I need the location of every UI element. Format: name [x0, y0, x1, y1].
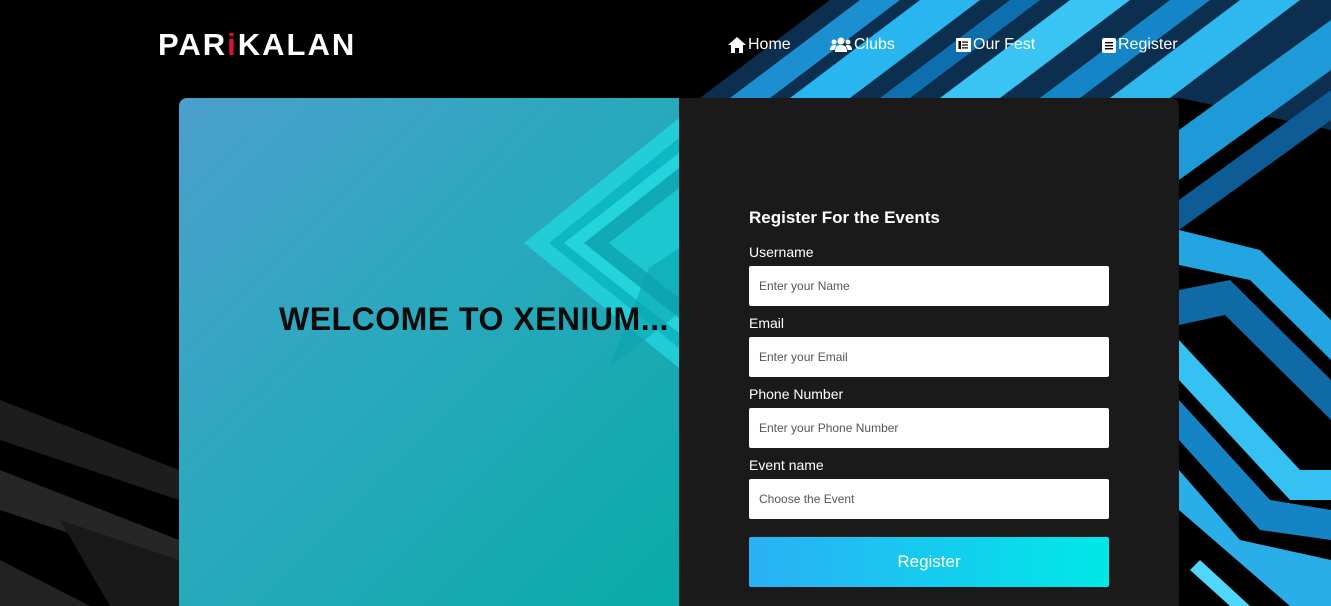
event-input[interactable]	[749, 479, 1109, 519]
brand-accent: i	[227, 27, 238, 62]
register-button[interactable]: Register	[749, 537, 1109, 587]
brand-logo[interactable]: PARiKALAN	[158, 27, 356, 63]
top-header: PARiKALAN Home Clubs Our Fest Register	[0, 0, 1331, 90]
nav-item-clubs[interactable]: Clubs	[830, 33, 895, 57]
form-title: Register For the Events	[749, 208, 940, 227]
chevron-art	[524, 118, 679, 368]
nav-item-register[interactable]: Register	[1102, 33, 1178, 57]
document-icon	[1102, 37, 1116, 53]
welcome-panel: WELCOME TO XENIUM...	[179, 98, 679, 606]
brand-suffix: KALAN	[237, 27, 357, 62]
home-icon	[728, 37, 746, 53]
registration-card: WELCOME TO XENIUM... Register For the Ev…	[179, 98, 1179, 606]
nav-item-home[interactable]: Home	[728, 33, 791, 57]
book-icon	[956, 38, 971, 52]
email-label: Email	[749, 315, 785, 331]
nav-home-label: Home	[748, 36, 791, 53]
phone-label: Phone Number	[749, 386, 844, 402]
phone-input[interactable]	[749, 408, 1109, 448]
brand-prefix: PAR	[158, 27, 228, 62]
nav-clubs-label: Clubs	[854, 36, 895, 53]
nav-register-label: Register	[1118, 36, 1178, 53]
username-label: Username	[749, 244, 814, 260]
nav-item-our-fest[interactable]: Our Fest	[956, 33, 1035, 57]
username-input[interactable]	[749, 266, 1109, 306]
users-icon	[830, 37, 852, 52]
event-label: Event name	[749, 457, 824, 473]
nav-fest-label: Our Fest	[973, 36, 1036, 53]
form-panel: Register For the Events Username Email P…	[679, 98, 1179, 606]
welcome-heading: WELCOME TO XENIUM...	[279, 301, 669, 337]
email-input[interactable]	[749, 337, 1109, 377]
